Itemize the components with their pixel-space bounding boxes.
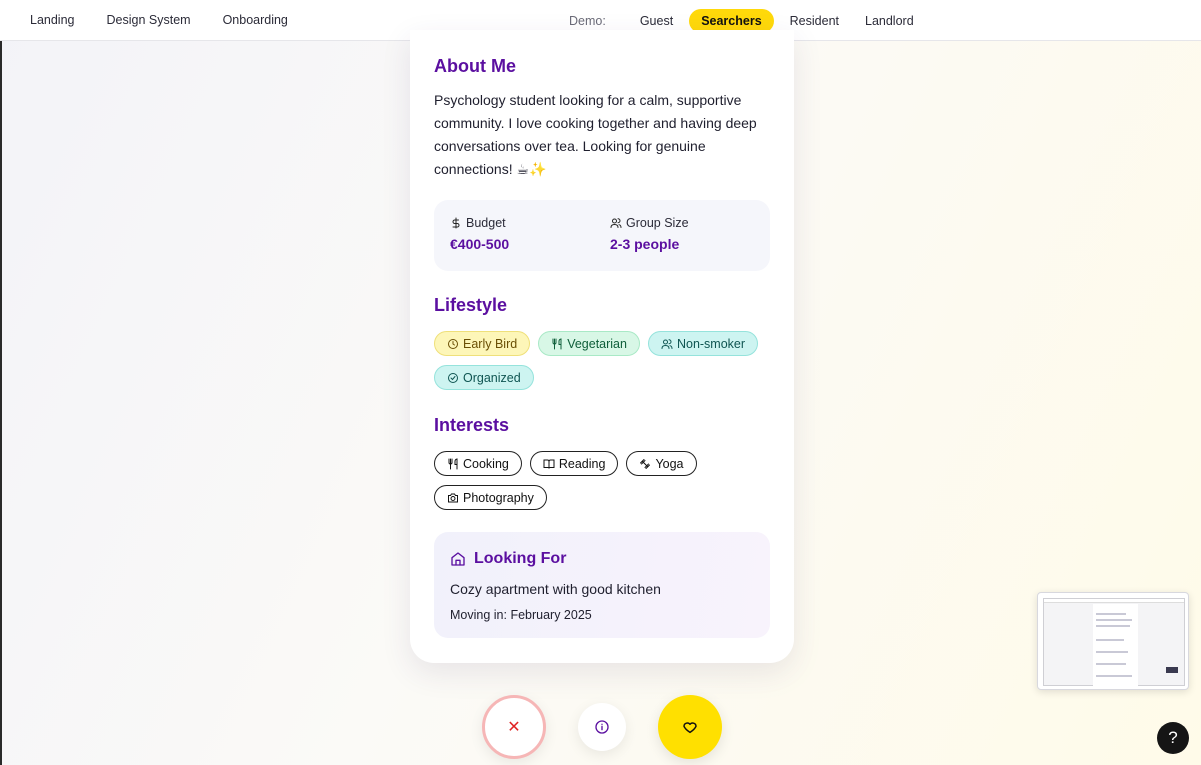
interest-tags: Cooking Reading Yoga Photography bbox=[434, 451, 774, 519]
looking-for-box: Looking For Cozy apartment with good kit… bbox=[434, 532, 770, 638]
dollar-icon bbox=[452, 217, 460, 229]
interest-tag-photography: Photography bbox=[434, 485, 547, 510]
nav-links: Landing Design System Onboarding bbox=[30, 13, 320, 27]
like-button[interactable] bbox=[658, 695, 722, 759]
about-me-title: About Me bbox=[434, 56, 516, 76]
camera-icon bbox=[448, 493, 458, 502]
check-circle-icon bbox=[448, 372, 458, 383]
nav-link-design-system[interactable]: Design System bbox=[107, 13, 191, 27]
demo-option-landlord[interactable]: Landlord bbox=[855, 9, 924, 33]
nav-link-onboarding[interactable]: Onboarding bbox=[223, 13, 288, 27]
info-icon bbox=[595, 720, 609, 734]
interest-tag-yoga: Yoga bbox=[626, 451, 697, 476]
utensils-icon bbox=[448, 457, 458, 469]
users-icon bbox=[661, 338, 673, 349]
lifestyle-tag-early-bird: Early Bird bbox=[434, 331, 531, 356]
profile-card[interactable]: About Me Psychology student looking for … bbox=[410, 30, 794, 663]
looking-for-description: Cozy apartment with good kitchen bbox=[450, 581, 661, 597]
lifestyle-tag-vegetarian: Vegetarian bbox=[538, 331, 640, 356]
interest-tag-cooking: Cooking bbox=[434, 451, 522, 476]
move-in-date: Moving in: February 2025 bbox=[450, 608, 592, 622]
interest-tag-reading: Reading bbox=[529, 451, 619, 476]
nav-link-landing[interactable]: Landing bbox=[30, 13, 75, 27]
window-left-edge bbox=[0, 0, 2, 765]
home-icon bbox=[451, 552, 465, 566]
group-size-stat: Group Size 2-3 people bbox=[610, 216, 689, 252]
lifestyle-tags: Early Bird Vegetarian Non-smoker Organiz… bbox=[434, 331, 774, 399]
demo-option-searchers[interactable]: Searchers bbox=[689, 8, 774, 33]
utensils-icon bbox=[552, 337, 562, 349]
budget-stat: Budget €400-500 bbox=[450, 216, 509, 252]
book-icon bbox=[543, 459, 555, 469]
demo-option-resident[interactable]: Resident bbox=[780, 9, 849, 33]
group-size-label: Group Size bbox=[626, 216, 689, 230]
heart-icon bbox=[683, 722, 697, 734]
clock-icon bbox=[448, 338, 458, 349]
about-me-text: Psychology student looking for a calm, s… bbox=[434, 92, 757, 177]
pass-button[interactable]: ✕ bbox=[482, 695, 546, 759]
lifestyle-tag-non-smoker: Non-smoker bbox=[647, 331, 759, 356]
dumbbell-icon bbox=[640, 458, 651, 469]
help-icon: ? bbox=[1168, 728, 1178, 747]
help-button[interactable]: ? bbox=[1157, 722, 1189, 754]
budget-label: Budget bbox=[466, 216, 506, 230]
interests-title: Interests bbox=[434, 415, 510, 435]
lifestyle-tag-organized: Organized bbox=[434, 365, 534, 390]
profile-stats: Budget €400-500 Group Size 2-3 people bbox=[434, 200, 770, 271]
demo-label: Demo: bbox=[569, 13, 606, 28]
close-icon: ✕ bbox=[507, 719, 521, 736]
budget-value: €400-500 bbox=[450, 236, 510, 252]
group-size-value: 2-3 people bbox=[610, 236, 680, 252]
looking-for-title: Looking For bbox=[474, 550, 567, 567]
users-icon bbox=[610, 218, 622, 228]
info-button[interactable] bbox=[578, 703, 626, 751]
demo-option-guest[interactable]: Guest bbox=[630, 9, 683, 33]
lifestyle-title: Lifestyle bbox=[434, 295, 508, 315]
page-preview-thumbnail[interactable] bbox=[1037, 592, 1189, 690]
